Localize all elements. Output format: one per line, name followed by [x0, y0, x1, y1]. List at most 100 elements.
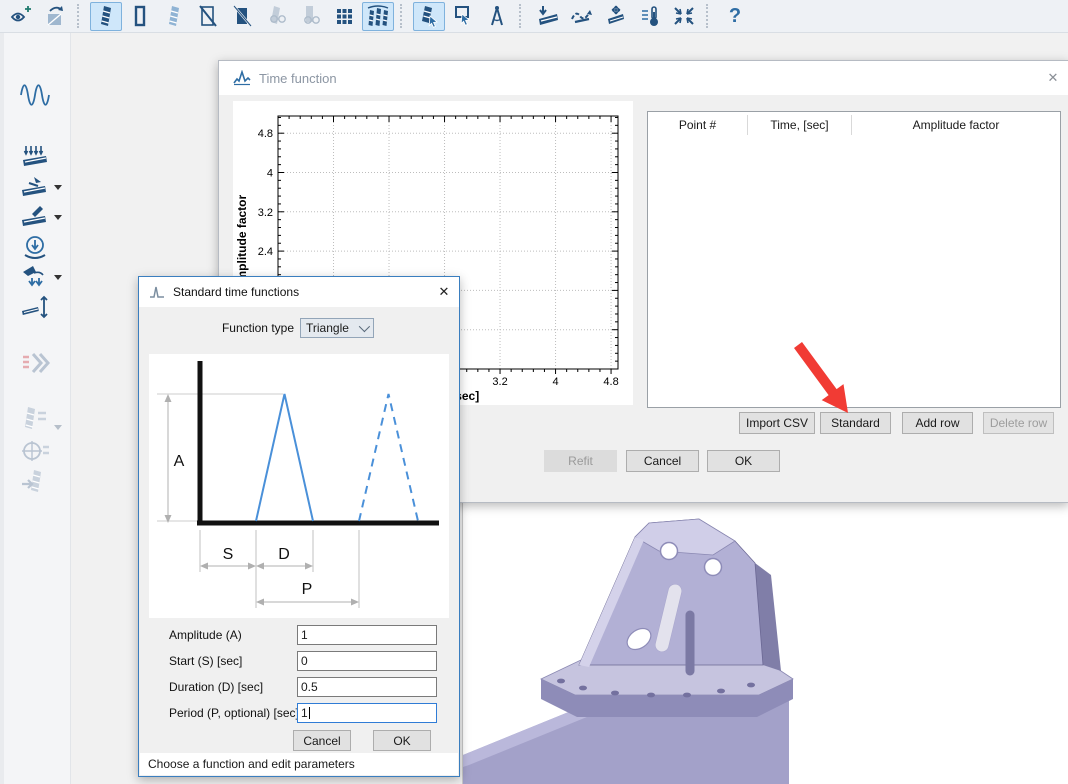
hide-plates-button[interactable] [226, 2, 258, 31]
function-diagram: A S D P [149, 354, 449, 618]
standard-cancel-button[interactable]: Cancel [293, 730, 351, 751]
fit-view-button[interactable] [668, 2, 700, 31]
close-icon[interactable]: ✕ [1038, 70, 1068, 86]
time-function-titlebar[interactable]: Time function ✕ [219, 61, 1068, 95]
pen-load-icon [20, 204, 50, 230]
edit-load-button[interactable] [18, 203, 52, 231]
load-arrow-icon [535, 4, 561, 28]
target-list-disabled-button[interactable] [18, 437, 52, 465]
period-label: Period (P, optional) [sec] [169, 706, 299, 720]
wave-load-button[interactable] [566, 2, 598, 31]
text-cursor [309, 707, 310, 719]
bolt-displacement-button[interactable] [600, 2, 632, 31]
lift-height-button[interactable] [18, 293, 52, 321]
multi-bolt-icon [365, 4, 391, 28]
close-icon[interactable]: ✕ [429, 284, 459, 300]
distributed-load-button[interactable] [18, 143, 52, 171]
help-button[interactable]: ? [719, 2, 751, 31]
duration-dim-label: D [278, 546, 290, 563]
target-disabled-icon [20, 438, 50, 464]
cancel-button[interactable]: Cancel [626, 450, 699, 472]
status-bar: Choose a function and edit parameters [140, 753, 458, 775]
bolt-list-dropdown-caret[interactable] [54, 425, 62, 430]
svg-text:2.4: 2.4 [258, 246, 273, 258]
left-toolbar [0, 33, 71, 784]
bearing-load-button[interactable] [18, 233, 52, 261]
bolt-icon [94, 4, 118, 28]
plate-hide-icon [230, 4, 254, 28]
delete-row-button[interactable]: Delete row [983, 412, 1054, 434]
function-type-select[interactable]: Triangle [300, 318, 374, 338]
svg-text:4.8: 4.8 [603, 376, 618, 388]
svg-text:4: 4 [267, 167, 273, 179]
surface-load-button[interactable] [18, 173, 52, 201]
standard-ok-button[interactable]: OK [373, 730, 431, 751]
dialog-title: Time function [259, 71, 1038, 86]
ok-button[interactable]: OK [707, 450, 780, 472]
period-dim-label: P [302, 581, 313, 598]
surface-load-dropdown-caret[interactable] [54, 185, 62, 190]
svg-text:3.2: 3.2 [258, 207, 273, 219]
pulse-function-icon [149, 285, 165, 299]
show-bolts-transparent-button[interactable] [158, 2, 190, 31]
main-toolbar: ? [0, 0, 1068, 33]
distributed-load-icon [20, 144, 50, 170]
dialog-title: Standard time functions [173, 285, 429, 299]
grid-view-button[interactable] [328, 2, 360, 31]
plate-glasses-disabled-icon [298, 4, 322, 28]
amplitude-input[interactable]: 1 [297, 625, 437, 645]
standard-dialog-titlebar[interactable]: Standard time functions ✕ [139, 277, 459, 307]
remote-force-dropdown-caret[interactable] [54, 275, 62, 280]
hide-bolts-button[interactable] [192, 2, 224, 31]
plate-cursor-icon [451, 4, 475, 28]
flow-disabled-button[interactable] [18, 349, 52, 377]
show-bolts-button[interactable] [90, 2, 122, 31]
remote-force-icon [20, 264, 50, 290]
standard-time-functions-dialog: Standard time functions ✕ Function type … [138, 276, 460, 777]
temperature-button[interactable] [634, 2, 666, 31]
edit-load-dropdown-caret[interactable] [54, 215, 62, 220]
svg-text:4.8: 4.8 [258, 128, 273, 140]
show-all-bolts-button[interactable] [362, 2, 394, 31]
period-input[interactable]: 1 [297, 703, 437, 723]
bolt-load-button[interactable] [532, 2, 564, 31]
duration-input[interactable]: 0.5 [297, 677, 437, 697]
amplitude-dim-label: A [174, 453, 185, 470]
refit-button[interactable]: Refit [544, 450, 617, 472]
svg-text:3.2: 3.2 [492, 376, 507, 388]
toolbar-separator [519, 4, 526, 28]
sidebar-gutter[interactable] [0, 33, 4, 784]
show-plates-button[interactable] [124, 2, 156, 31]
select-plates-button[interactable] [447, 2, 479, 31]
toolbar-separator [706, 4, 713, 28]
surface-load-icon [20, 174, 50, 200]
chevrons-disabled-icon [19, 349, 51, 377]
plate-icon [128, 4, 152, 28]
measure-button[interactable] [481, 2, 513, 31]
thermometer-icon [638, 4, 662, 28]
bolt-hide-icon [196, 4, 220, 28]
svg-text:4: 4 [552, 376, 558, 388]
bolt-arrow-disabled-button[interactable] [18, 467, 52, 495]
column-header-time: Time, [sec] [748, 115, 852, 135]
function-type-value: Triangle [306, 321, 349, 335]
bolt-list-disabled-button[interactable] [18, 405, 52, 433]
model-viewport[interactable] [462, 502, 1068, 784]
new-view-icon[interactable] [5, 2, 37, 31]
start-input[interactable]: 0 [297, 651, 437, 671]
bolt-light-icon [162, 4, 186, 28]
section-view-icon[interactable] [39, 2, 71, 31]
remote-force-button[interactable] [18, 263, 52, 291]
bolt-cursor-icon [417, 4, 441, 28]
review-plates-button[interactable] [294, 2, 326, 31]
add-row-button[interactable]: Add row [902, 412, 973, 434]
review-bolts-button[interactable] [260, 2, 292, 31]
harmonic-analysis-button[interactable] [18, 81, 52, 109]
model-bracket [463, 503, 1068, 784]
application-window: ? [0, 0, 1068, 784]
start-label: Start (S) [sec] [169, 654, 242, 668]
select-bolts-button[interactable] [413, 2, 445, 31]
compass-icon [485, 4, 509, 28]
column-header-point: Point # [648, 115, 748, 135]
annotation-arrow-icon [790, 338, 862, 422]
